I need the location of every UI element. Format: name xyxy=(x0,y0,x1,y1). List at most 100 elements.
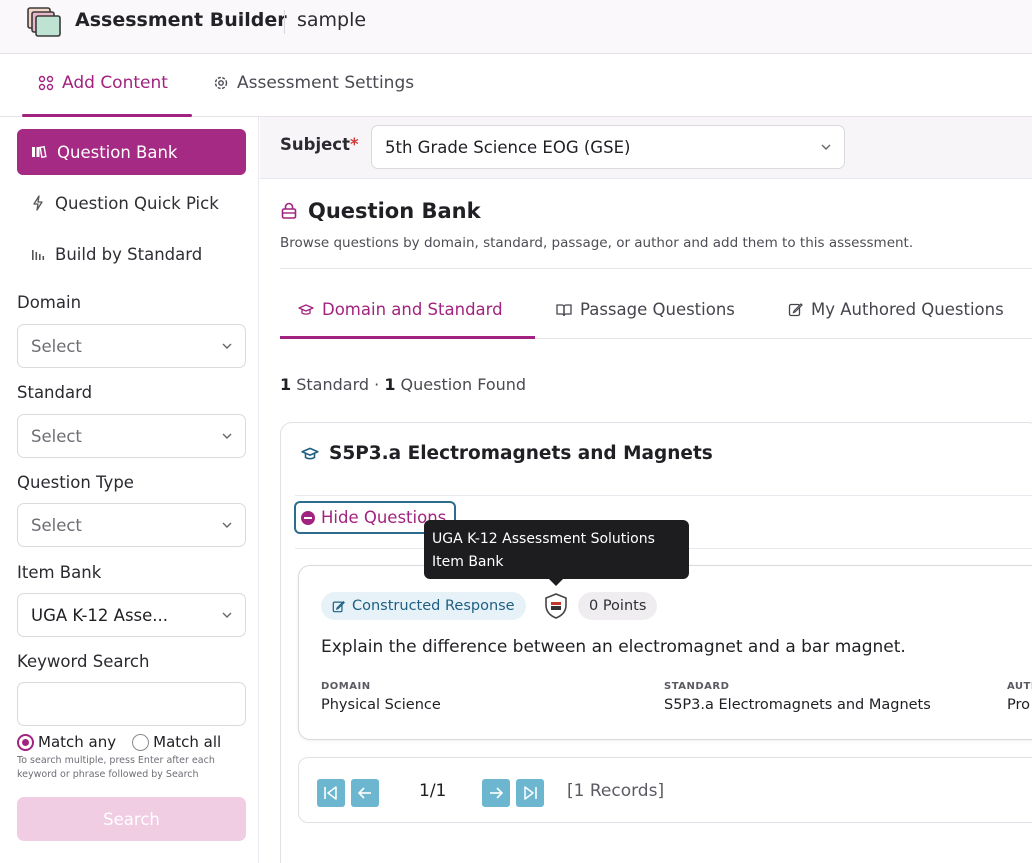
chevron-down-icon xyxy=(222,522,232,528)
graduation-cap-icon xyxy=(298,303,314,315)
tab-passage-questions-label: Passage Questions xyxy=(580,300,735,319)
domain-select[interactable]: Select xyxy=(17,324,246,368)
questions-label: Question Found xyxy=(400,375,527,394)
arrow-right-icon xyxy=(490,787,504,799)
divider xyxy=(295,495,1032,496)
gear-icon xyxy=(214,76,228,90)
subject-select[interactable]: 5th Grade Science EOG (GSE) xyxy=(371,125,845,169)
stacked-books-icon xyxy=(27,7,61,37)
domain-meta-value: Physical Science xyxy=(321,697,441,713)
required-mark: * xyxy=(349,135,359,154)
last-page-button[interactable] xyxy=(516,779,544,807)
divider xyxy=(280,268,1032,269)
question-bank-description: Browse questions by domain, standard, pa… xyxy=(280,235,914,251)
standard-label: Standard xyxy=(17,383,93,402)
chevron-down-icon xyxy=(222,433,232,439)
author-meta-label: AUTH xyxy=(1007,681,1032,692)
edit-icon xyxy=(788,303,803,317)
question-type-text: Constructed Response xyxy=(352,598,515,614)
app-header: Assessment Builder sample xyxy=(0,0,1032,54)
lightning-icon xyxy=(33,195,43,211)
app-title: Assessment Builder xyxy=(75,9,287,31)
open-book-icon xyxy=(556,303,572,316)
question-bank-title: Question Bank xyxy=(280,199,481,223)
author-meta-value: Pro xyxy=(1007,697,1031,713)
grid-icon xyxy=(38,75,54,91)
keyword-search-label: Keyword Search xyxy=(17,652,150,671)
next-page-button[interactable] xyxy=(482,779,510,807)
points-badge: 0 Points xyxy=(578,592,658,620)
tab-my-authored-questions-label: My Authored Questions xyxy=(811,300,1004,319)
item-bank-tooltip: UGA K-12 Assessment Solutions Item Bank xyxy=(424,520,689,579)
standards-label: Standard xyxy=(296,375,370,394)
standard-meta-label: STANDARD xyxy=(664,681,730,692)
sidebar-item-quick-pick[interactable]: Question Quick Pick xyxy=(17,180,246,226)
subject-select-value: 5th Grade Science EOG (GSE) xyxy=(385,137,631,157)
records-count: [1 Records] xyxy=(567,781,665,801)
standards-count: 1 xyxy=(280,375,292,394)
item-bank-shield-icon[interactable] xyxy=(544,593,568,619)
subject-bar: Subject* 5th Grade Science EOG (GSE) xyxy=(260,117,1032,179)
first-page-icon xyxy=(324,786,337,800)
sidebar-item-build-by-standard[interactable]: Build by Standard xyxy=(17,231,246,277)
standard-select-value: Select xyxy=(31,426,82,446)
tab-my-authored-questions[interactable]: My Authored Questions xyxy=(788,300,1004,319)
match-all-label: Match all xyxy=(153,733,222,751)
search-hint: To search multiple, press Enter after ea… xyxy=(17,755,215,780)
question-card[interactable]: Constructed Response 0 Points Explain th… xyxy=(298,565,1032,740)
subject-label-text: Subject xyxy=(280,135,350,154)
tab-domain-and-standard[interactable]: Domain and Standard xyxy=(298,300,503,319)
match-any-radio[interactable] xyxy=(17,733,34,751)
page-indicator: 1/1 xyxy=(419,781,447,801)
count-separator: · xyxy=(374,375,380,394)
question-type-select-value: Select xyxy=(31,515,82,535)
sidebar-item-question-bank[interactable]: Question Bank xyxy=(17,129,246,175)
item-bank-select[interactable]: UGA K-12 Asse... xyxy=(17,593,246,637)
active-subtab-indicator xyxy=(280,336,535,339)
chevron-down-icon xyxy=(222,343,232,349)
standard-title-text: S5P3.a Electromagnets and Magnets xyxy=(329,443,713,464)
results-count: 1 Standard · 1 Question Found xyxy=(280,375,526,394)
match-all-radio[interactable] xyxy=(132,733,150,751)
domain-meta-label: DOMAIN xyxy=(321,681,371,692)
question-bank-title-text: Question Bank xyxy=(308,199,481,223)
books-icon xyxy=(32,145,47,159)
prev-page-button[interactable] xyxy=(351,779,379,807)
first-page-button[interactable] xyxy=(317,779,345,807)
item-bank-select-value: UGA K-12 Asse... xyxy=(31,605,169,625)
questions-count: 1 xyxy=(384,375,396,394)
question-text: Explain the difference between an electr… xyxy=(321,637,906,657)
tooltip-line: Item Bank xyxy=(432,554,504,570)
title-divider xyxy=(284,10,285,34)
sidebar-item-label: Question Bank xyxy=(57,142,178,162)
arrow-left-icon xyxy=(357,787,371,799)
pagination: 1/1 [1 Records] xyxy=(298,757,1032,823)
tooltip-arrow xyxy=(548,578,564,586)
subject-label: Subject* xyxy=(280,135,359,154)
assessment-name: sample xyxy=(297,9,367,31)
question-type-badge: Constructed Response xyxy=(321,592,526,620)
search-button[interactable]: Search xyxy=(17,797,246,841)
tab-assessment-settings[interactable]: Assessment Settings xyxy=(213,73,414,93)
match-mode-options: Match any Match all xyxy=(17,733,221,751)
sidebar-item-label: Build by Standard xyxy=(55,244,203,264)
standard-select[interactable]: Select xyxy=(17,414,246,458)
edit-icon xyxy=(332,600,345,612)
chevron-down-icon xyxy=(821,144,831,150)
tooltip-line: UGA K-12 Assessment Solutions xyxy=(432,531,655,547)
main-content: Subject* 5th Grade Science EOG (GSE) Que… xyxy=(260,117,1032,863)
last-page-icon xyxy=(524,786,537,800)
question-type-select[interactable]: Select xyxy=(17,503,246,547)
sidebar: Question Bank Question Quick Pick Build … xyxy=(0,117,259,863)
standard-card: S5P3.a Electromagnets and Magnets Hide Q… xyxy=(280,422,1032,863)
main-tabs: Add Content Assessment Settings xyxy=(0,55,1032,117)
keyword-search-input[interactable] xyxy=(17,682,246,726)
standard-title: S5P3.a Electromagnets and Magnets xyxy=(301,443,713,464)
tab-add-content[interactable]: Add Content xyxy=(38,73,168,93)
tab-passage-questions[interactable]: Passage Questions xyxy=(556,300,735,319)
match-any-label: Match any xyxy=(38,733,117,751)
question-type-label: Question Type xyxy=(17,473,134,492)
domain-select-value: Select xyxy=(31,336,82,356)
chevron-down-icon xyxy=(222,612,232,618)
lock-icon xyxy=(281,202,297,219)
